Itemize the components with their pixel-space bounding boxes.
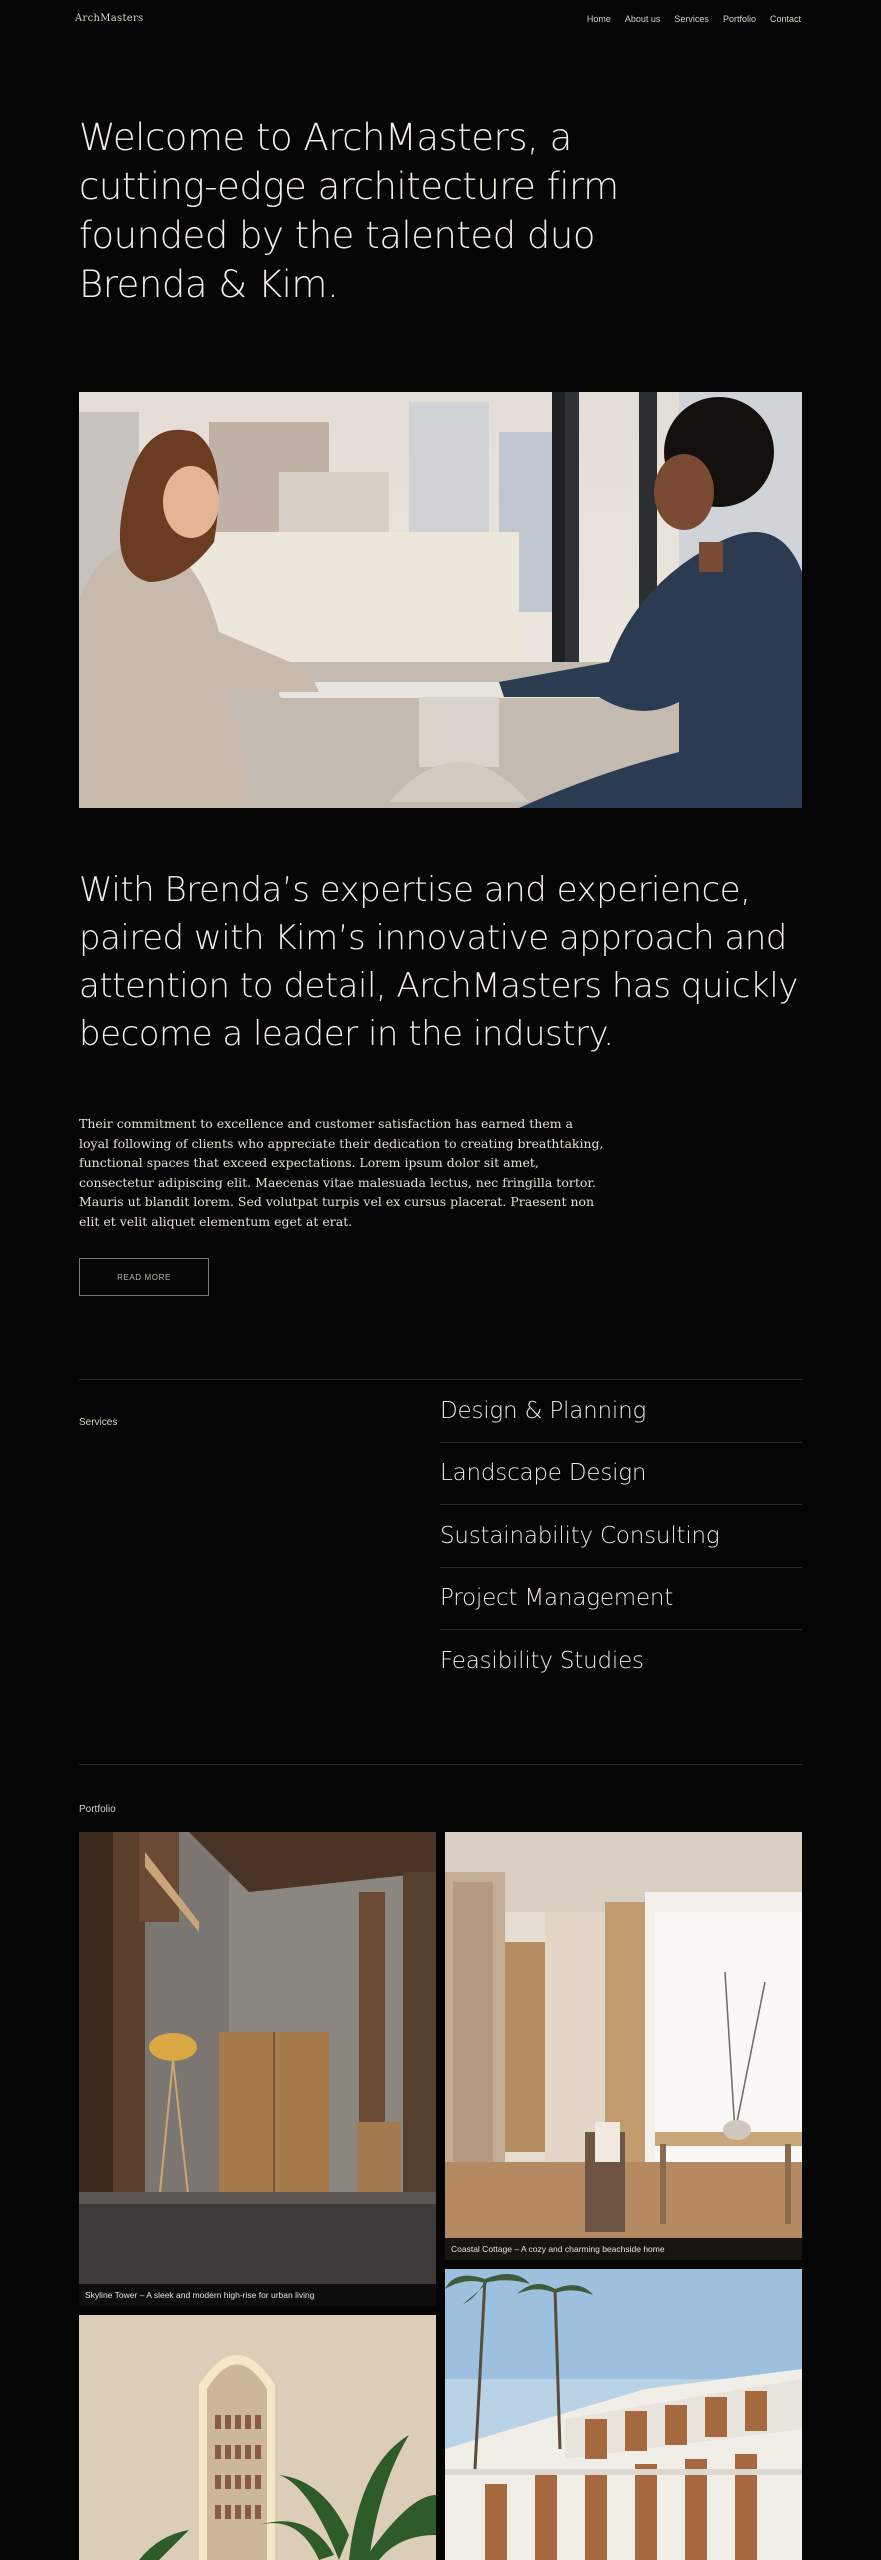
arched-niche-image	[79, 2315, 436, 2560]
service-item[interactable]: Sustainability Consulting	[440, 1505, 802, 1568]
hero-headline: Welcome to ArchMasters, a cutting-edge a…	[79, 116, 619, 306]
nav-contact[interactable]: Contact	[770, 14, 801, 24]
nav-services[interactable]: Services	[674, 14, 709, 24]
portfolio-caption: Coastal Cottage – A cozy and charming be…	[445, 2238, 802, 2260]
skyline-tower-image	[79, 1832, 436, 2306]
logo[interactable]: ArchMasters	[75, 13, 144, 24]
service-item-label: Sustainability Consulting	[440, 1522, 720, 1549]
portfolio-caption: Skyline Tower – A sleek and modern high-…	[79, 2284, 436, 2306]
hero-photo	[79, 392, 802, 808]
nav-about-us[interactable]: About us	[625, 14, 661, 24]
read-more-button[interactable]: READ MORE	[79, 1258, 209, 1296]
nav-home[interactable]: Home	[587, 14, 611, 24]
top-bar: ArchMasters Home About us Services Portf…	[0, 0, 881, 40]
service-item[interactable]: Design & Planning	[440, 1380, 802, 1443]
service-item-label: Project Management	[440, 1585, 674, 1612]
services-list: Design & Planning Landscape Design Susta…	[440, 1380, 802, 1693]
coastal-cottage-image	[445, 1832, 802, 2260]
service-item[interactable]: Project Management	[440, 1568, 802, 1630]
portfolio-label: Portfolio	[79, 1804, 116, 1815]
portfolio-card-coastal-cottage[interactable]: Coastal Cottage – A cozy and charming be…	[445, 1832, 802, 2260]
service-item-label: Feasibility Studies	[440, 1648, 644, 1675]
meeting-photo-illustration	[79, 392, 802, 808]
beach-building-image	[445, 2269, 802, 2560]
about-statement: With Brenda’s expertise and experience, …	[79, 870, 798, 1054]
nav-portfolio[interactable]: Portfolio	[723, 14, 756, 24]
service-item[interactable]: Feasibility Studies	[440, 1630, 802, 1693]
service-item-label: Design & Planning	[440, 1397, 647, 1424]
portfolio-card-skyline-tower[interactable]: Skyline Tower – A sleek and modern high-…	[79, 1832, 436, 2306]
service-item-label: Landscape Design	[440, 1460, 647, 1487]
services-label: Services	[79, 1417, 118, 1428]
portfolio-divider	[79, 1764, 802, 1765]
portfolio-card-3[interactable]	[79, 2315, 436, 2560]
main-nav: Home About us Services Portfolio Contact	[587, 14, 801, 24]
portfolio-card-4[interactable]	[445, 2269, 802, 2560]
about-paragraph: Their commitment to excellence and custo…	[79, 1116, 604, 1229]
service-item[interactable]: Landscape Design	[440, 1443, 802, 1505]
